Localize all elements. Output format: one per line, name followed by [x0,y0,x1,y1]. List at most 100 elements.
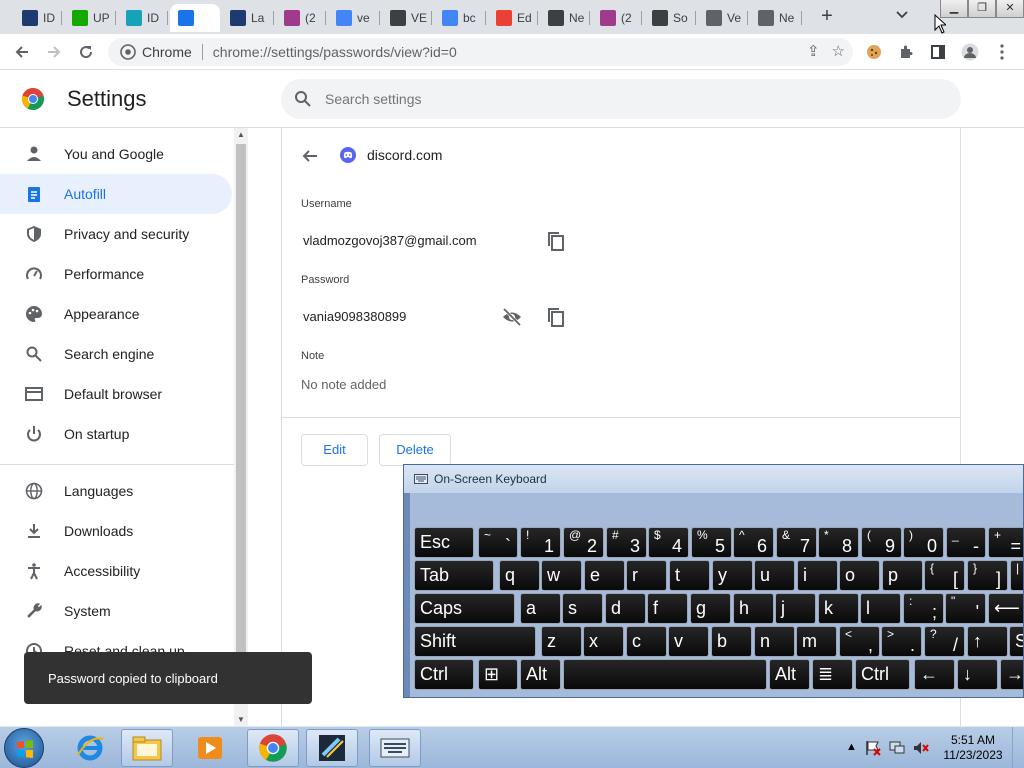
key-v[interactable]: v [668,626,709,657]
tab[interactable]: UP [64,4,116,32]
key--symbol[interactable]: {[ [924,560,965,591]
key--symbol[interactable]: " ' [945,593,986,624]
key-sh[interactable]: Sh [1009,626,1023,657]
key-z[interactable]: z [541,626,582,657]
file-explorer-icon[interactable] [121,729,173,767]
key--symbol[interactable]: >. [881,626,922,657]
key-6-symbol[interactable]: ^ 6 [733,527,774,558]
key-symbol[interactable]: ≣ [812,659,853,690]
tab[interactable]: La [222,4,274,32]
back-button[interactable] [11,41,33,63]
sidebar-item-you-and-google[interactable]: You and Google [0,134,232,174]
key-l[interactable]: l [860,593,901,624]
key-symbol[interactable]: → [1000,659,1023,690]
delete-button[interactable]: Delete [379,434,451,466]
key-symbol[interactable]: ⊞ [478,659,518,690]
key--symbol[interactable]: ~ ` [478,527,518,558]
tab[interactable]: Ne [750,4,802,32]
osk-titlebar[interactable]: On-Screen Keyboard [404,465,1023,493]
key--symbol[interactable]: }] [967,560,1008,591]
key-q[interactable]: q [499,560,540,591]
tab[interactable]: VE [382,4,432,32]
tab-search-chevron-icon[interactable] [896,8,908,22]
sidebar-item-privacy-and-security[interactable]: Privacy and security [0,214,232,254]
key-u[interactable]: u [754,560,795,591]
chrome-taskbar-icon[interactable] [247,729,299,767]
key-5-symbol[interactable]: % 5 [691,527,732,558]
sidebar-item-on-startup[interactable]: On startup [0,414,232,454]
close-window-button[interactable]: ✕ [996,0,1024,18]
key-symbol[interactable]: ← [914,659,955,690]
sidebar-item-performance[interactable]: Performance [0,254,232,294]
key-g[interactable]: g [690,593,731,624]
key-h[interactable]: h [733,593,774,624]
scroll-up-arrow-icon[interactable]: ▲ [237,130,245,139]
sidebar-item-system[interactable]: System [0,591,232,631]
forward-button[interactable] [43,41,65,63]
copy-password-icon[interactable] [545,306,567,328]
key-y[interactable]: y [712,560,753,591]
key-o[interactable]: o [839,560,880,591]
tab[interactable]: ID [118,4,168,32]
network-icon[interactable] [888,739,906,757]
vectorizer-app-icon[interactable] [306,729,358,767]
scrollbar-thumb[interactable] [236,144,246,704]
back-arrow-icon[interactable] [300,146,320,166]
site-info-chip[interactable]: Chrome [120,44,192,60]
key-symbol[interactable]: ↓ [957,659,998,690]
address-bar[interactable]: Chrome chrome://settings/passwords/view?… [108,38,853,66]
copy-username-icon[interactable] [545,230,567,252]
key-2-symbol[interactable]: @2 [563,527,604,558]
osk-taskbar-icon[interactable] [369,729,421,767]
hide-password-eye-icon[interactable] [501,306,523,328]
key-m[interactable]: m [796,626,837,657]
key-b[interactable]: b [711,626,752,657]
key--symbol[interactable]: ? / [924,626,965,657]
key-alt[interactable]: Alt [520,659,561,690]
volume-muted-icon[interactable] [912,739,930,757]
key-0-symbol[interactable]: ) 0 [903,527,944,558]
key-a[interactable]: a [520,593,561,624]
key-t[interactable]: t [669,560,710,591]
key-9-symbol[interactable]: (9 [861,527,902,558]
key-r[interactable]: r [626,560,667,591]
tab[interactable]: (2 [592,4,642,32]
tab[interactable]: ve [328,4,380,32]
tab-active[interactable]: ✕ [170,4,220,32]
settings-search[interactable] [281,79,961,119]
media-player-icon[interactable] [184,729,236,767]
key-8-symbol[interactable]: * 8 [818,527,859,558]
key-n[interactable]: n [754,626,795,657]
key-1-symbol[interactable]: ! 1 [520,527,561,558]
key--symbol[interactable]: + = [988,527,1023,558]
key-esc[interactable]: Esc [414,527,474,558]
share-icon[interactable]: ⇪ [807,42,820,60]
restore-button[interactable]: ❐ [968,0,996,18]
tab[interactable]: So [644,4,696,32]
key-space[interactable] [563,659,767,690]
key-e[interactable]: e [584,560,625,591]
key-4-symbol[interactable]: $4 [648,527,689,558]
key--symbol[interactable]: :; [903,593,944,624]
key-k[interactable]: k [818,593,859,624]
sidebar-scrollbar[interactable]: ▲ ▼ [234,128,248,726]
sidebar-item-appearance[interactable]: Appearance [0,294,232,334]
key-s[interactable]: s [562,593,603,624]
sidebar-item-downloads[interactable]: Downloads [0,511,232,551]
extensions-puzzle-icon[interactable] [895,41,917,63]
bookmark-star-icon[interactable]: ☆ [832,42,845,60]
close-tab-icon[interactable]: ✕ [218,10,220,27]
key--symbol[interactable]: |\ [1010,560,1023,591]
sidebar-item-autofill[interactable]: Autofill [0,174,232,214]
sidebar-item-accessibility[interactable]: Accessibility [0,551,232,591]
kebab-menu-icon[interactable] [991,41,1013,63]
key-x[interactable]: x [583,626,624,657]
key--symbol[interactable]: <, [839,626,880,657]
search-input[interactable] [325,91,925,107]
key-j[interactable]: j [775,593,816,624]
tab[interactable]: Ve [698,4,748,32]
tab[interactable]: (2 [276,4,326,32]
sidebar-item-languages[interactable]: Languages [0,471,232,511]
taskbar-clock[interactable]: 5:51 AM 11/23/2023 [942,733,1004,763]
key-shift[interactable]: Shift [414,626,536,657]
